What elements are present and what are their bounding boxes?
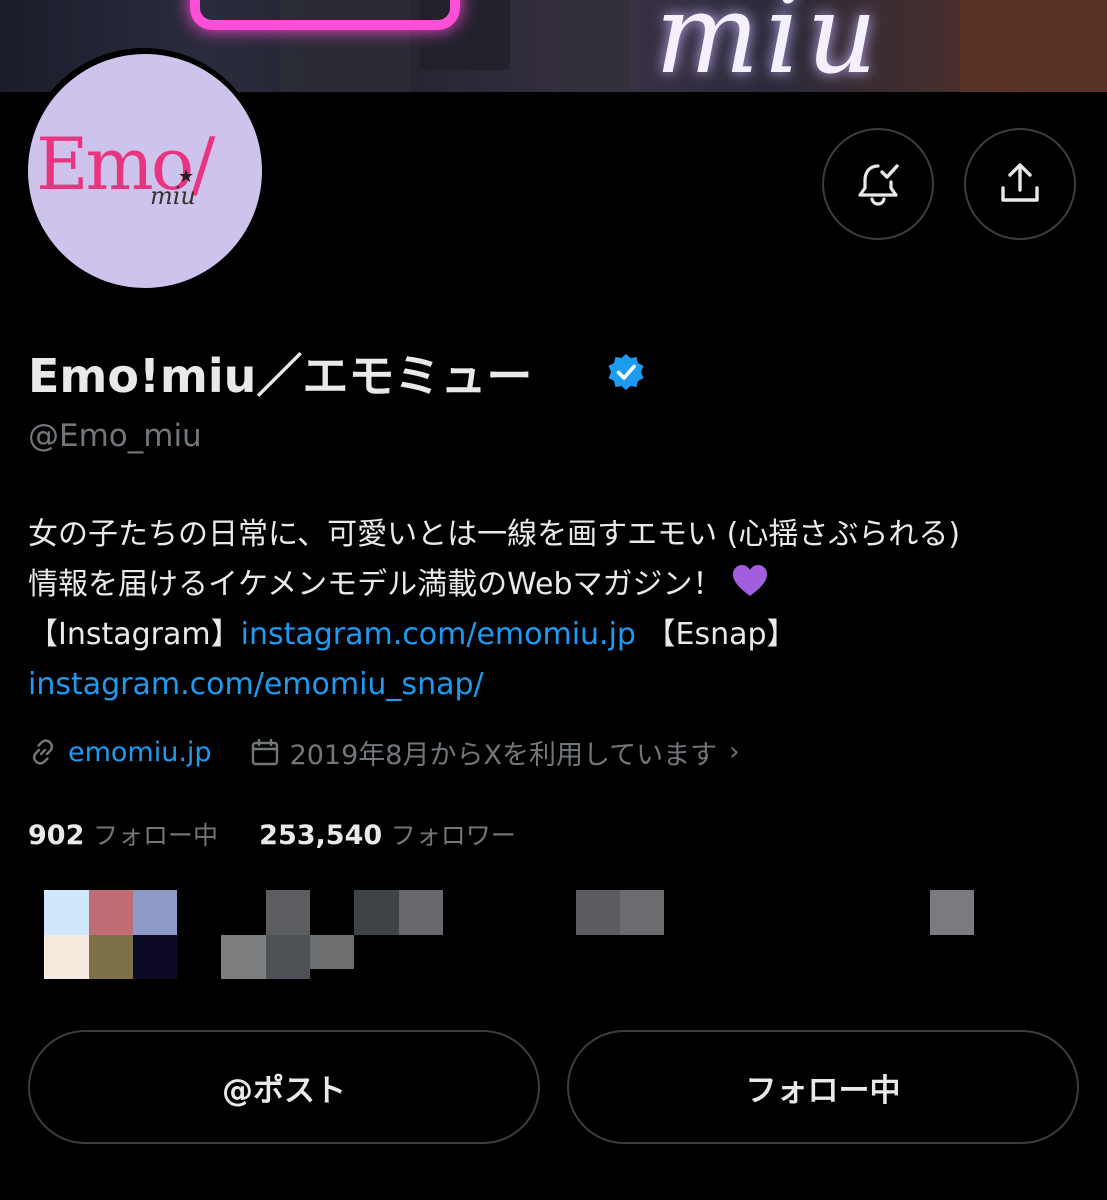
notification-button[interactable] bbox=[822, 128, 934, 240]
profile-meta: emomiu.jp 2019年8月からXを利用しています › bbox=[28, 732, 740, 772]
share-upload-icon bbox=[1001, 163, 1039, 202]
share-button[interactable] bbox=[964, 128, 1076, 240]
bio-esnap-label: 【Esnap】 bbox=[635, 617, 797, 652]
bio-esnap-link[interactable]: instagram.com/emomiu_snap/ bbox=[28, 667, 484, 702]
following-button[interactable]: フォロー中 bbox=[567, 1030, 1079, 1144]
joined-date[interactable]: 2019年8月からXを利用しています bbox=[290, 733, 718, 772]
verified-badge-icon[interactable] bbox=[606, 352, 646, 392]
followers-stat[interactable]: 253,540 フォロワー bbox=[259, 820, 516, 851]
purple-heart-icon bbox=[733, 565, 768, 596]
mention-post-button[interactable]: @ポスト bbox=[28, 1030, 540, 1144]
following-stat[interactable]: 902 フォロー中 bbox=[28, 820, 227, 851]
bio-instagram-link[interactable]: instagram.com/emomiu.jp bbox=[241, 617, 636, 652]
bio-line: 女の子たちの日常に、可愛いとは一線を画すエモい (心揺さぶられる) bbox=[28, 517, 961, 552]
website-link[interactable]: emomiu.jp bbox=[68, 737, 212, 768]
bio-instagram-label: 【Instagram】 bbox=[28, 617, 241, 652]
followers-label: フォロワー bbox=[390, 821, 516, 850]
follow-stats: 902 フォロー中 253,540 フォロワー bbox=[28, 816, 516, 852]
calendar-icon bbox=[251, 738, 278, 766]
bio-line: 情報を届けるイケメンモデル満載のWebマガジン！ bbox=[28, 567, 723, 602]
following-count: 902 bbox=[28, 820, 85, 851]
display-name: Emo!miu／エモミュー bbox=[28, 349, 533, 403]
profile-bio: 女の子たちの日常に、可愛いとは一線を画すエモい (心揺さぶられる) 情報を届ける… bbox=[28, 510, 1088, 710]
banner-neon-script: miu bbox=[655, 0, 884, 92]
chevron-right-icon[interactable]: › bbox=[729, 737, 739, 767]
followers-count: 253,540 bbox=[259, 820, 383, 851]
following-label: フォロー中 bbox=[92, 821, 218, 850]
link-icon bbox=[32, 739, 54, 765]
banner-neon-sign bbox=[190, 0, 460, 30]
user-handle: @Emo_miu bbox=[28, 418, 202, 454]
avatar-logo-sub: miu bbox=[150, 182, 196, 210]
bell-check-icon bbox=[858, 164, 899, 206]
